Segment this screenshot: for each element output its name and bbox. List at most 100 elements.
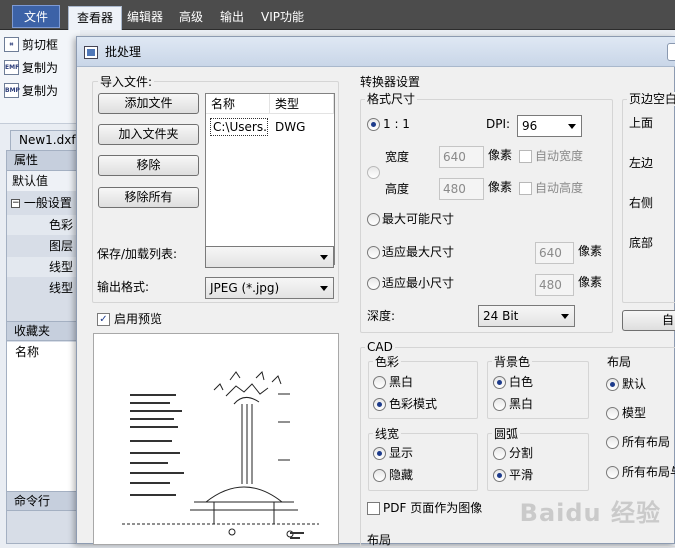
arc-split-label: 分割 [509, 446, 534, 460]
favorites-header: 收藏夹 [7, 321, 79, 341]
color-title: 色彩 [373, 355, 402, 369]
arc-split-radio[interactable] [493, 447, 506, 460]
chevron-down-icon [320, 286, 328, 291]
layout-model-radio[interactable] [606, 407, 619, 420]
arc-smooth-radio[interactable] [493, 469, 506, 482]
chevron-down-icon [568, 124, 576, 129]
close-button[interactable] [667, 43, 675, 61]
drawing-preview [93, 333, 339, 545]
pdf-page-as-image-checkbox[interactable] [367, 502, 380, 515]
menu-viewer[interactable]: 查看器 [68, 6, 123, 30]
crop-frame-button[interactable]: ⌗ 剪切框 [4, 36, 59, 54]
default-value-row[interactable]: 默认值 [7, 171, 79, 191]
fit-min-label: 适应最小尺寸 [382, 276, 455, 290]
margin-left-label: 左边 [629, 156, 654, 170]
ribbon: ⌗ 剪切框 EMF 复制为 BMP 复制为 [0, 30, 80, 124]
tree-item-layer[interactable]: 图层 [7, 236, 79, 256]
layout-all-radio[interactable] [606, 436, 619, 449]
menu-output[interactable]: 输出 [212, 6, 252, 30]
favorites-list[interactable]: 名称 [7, 342, 79, 492]
menu-file[interactable]: 文件 [12, 5, 61, 28]
margins-auto-button[interactable]: 自 [622, 310, 675, 331]
save-load-list-label: 保存/加载列表: [97, 247, 178, 261]
add-file-button[interactable]: 添加文件 [98, 93, 199, 114]
cad-title: CAD [365, 340, 395, 354]
height-input[interactable]: 480 [439, 178, 484, 200]
layout-all-with-radio[interactable] [606, 466, 619, 479]
menu-advanced[interactable]: 高级 [171, 6, 211, 30]
fit-max-unit: 像素 [578, 244, 603, 258]
background-white-radio[interactable] [493, 376, 506, 389]
fit-min-input[interactable]: 480 [535, 274, 574, 296]
file-row-type: DWG [275, 120, 306, 134]
properties-header: 属性 [7, 151, 79, 171]
crop-frame-icon: ⌗ [4, 37, 19, 52]
chevron-down-icon [320, 255, 328, 260]
general-settings-row[interactable]: − 一般设置 [7, 193, 79, 213]
save-load-list-dropdown[interactable] [205, 246, 334, 268]
left-panel: 属性 默认值 − 一般设置 色彩 图层 线型 线型 收藏夹 名称 命令行 [6, 150, 79, 544]
favorites-name-header: 名称 [15, 345, 40, 359]
file-row-name[interactable]: C:\Users... [210, 118, 268, 136]
enable-preview-label: 启用预览 [114, 312, 163, 326]
background-bw-radio[interactable] [493, 398, 506, 411]
arc-smooth-label: 平滑 [509, 468, 534, 482]
fit-max-input[interactable]: 640 [535, 242, 574, 264]
ratio-1-1-radio[interactable] [367, 118, 380, 131]
auto-width-checkbox[interactable] [519, 150, 532, 163]
depth-dropdown[interactable]: 24 Bit [478, 305, 575, 327]
dialog-title-bar[interactable]: 批处理 [77, 37, 675, 67]
max-size-radio[interactable] [367, 213, 380, 226]
arc-group [487, 433, 589, 491]
custom-size-radio[interactable] [367, 166, 380, 179]
fit-max-radio[interactable] [367, 246, 380, 259]
layout-default-radio[interactable] [606, 378, 619, 391]
enable-preview-checkbox[interactable]: ✓ [97, 313, 110, 326]
line-width-show-radio[interactable] [373, 447, 386, 460]
copy-as-emf-button[interactable]: EMF 复制为 [4, 59, 58, 77]
crop-frame-label: 剪切框 [22, 38, 59, 52]
margins-title: 页边空白 [627, 92, 675, 106]
file-list[interactable]: 名称 类型 C:\Users... DWG [205, 93, 335, 265]
emf-copy-icon: EMF [4, 60, 19, 75]
line-width-title: 线宽 [373, 427, 402, 441]
height-label: 高度 [385, 182, 410, 196]
remove-button[interactable]: 移除 [98, 155, 199, 176]
command-line-header: 命令行 [7, 491, 79, 511]
ratio-1-1-label: 1 : 1 [383, 117, 410, 131]
document-tab[interactable]: New1.dxf [10, 130, 78, 150]
tree-item-linetype-2[interactable]: 线型 [7, 278, 79, 298]
tree-item-linetype[interactable]: 线型 [7, 257, 79, 277]
width-input[interactable]: 640 [439, 146, 484, 168]
background-white-label: 白色 [509, 375, 534, 389]
name-column-header[interactable]: 名称 [206, 94, 270, 114]
type-column-header[interactable]: 类型 [270, 94, 334, 114]
copy-as-bmp-button[interactable]: BMP 复制为 [4, 82, 58, 100]
menu-editor[interactable]: 编辑器 [119, 6, 171, 30]
color-bw-radio[interactable] [373, 376, 386, 389]
converter-settings-title: 转换器设置 [358, 75, 423, 89]
color-mode-radio[interactable] [373, 398, 386, 411]
layout-all-label: 所有布局 [622, 435, 671, 449]
layout-section-partial-label: 布局 [367, 533, 392, 547]
dpi-dropdown[interactable]: 96 [517, 115, 582, 137]
auto-width-label: 自动宽度 [535, 149, 584, 163]
output-format-dropdown[interactable]: JPEG (*.jpg) [205, 277, 334, 299]
add-folder-button[interactable]: 加入文件夹 [98, 124, 199, 145]
line-width-hide-radio[interactable] [373, 469, 386, 482]
pdf-page-as-image-label: PDF 页面作为图像 [383, 501, 483, 515]
collapse-icon[interactable]: − [11, 199, 20, 208]
width-unit: 像素 [488, 148, 513, 162]
auto-height-checkbox[interactable] [519, 182, 532, 195]
output-format-label: 输出格式: [97, 280, 150, 294]
tree-item-color[interactable]: 色彩 [7, 215, 79, 235]
batch-dialog: 批处理 导入文件: 添加文件 加入文件夹 移除 移除所有 名称 类型 C:\Us… [76, 36, 675, 547]
fit-min-unit: 像素 [578, 275, 603, 289]
dpi-label: DPI: [486, 117, 511, 131]
max-size-label: 最大可能尺寸 [382, 212, 455, 226]
color-bw-label: 黑白 [389, 375, 414, 389]
fit-min-radio[interactable] [367, 277, 380, 290]
format-size-title: 格式尺寸 [365, 92, 418, 106]
remove-all-button[interactable]: 移除所有 [98, 187, 199, 208]
menu-vip[interactable]: VIP功能 [253, 6, 312, 30]
